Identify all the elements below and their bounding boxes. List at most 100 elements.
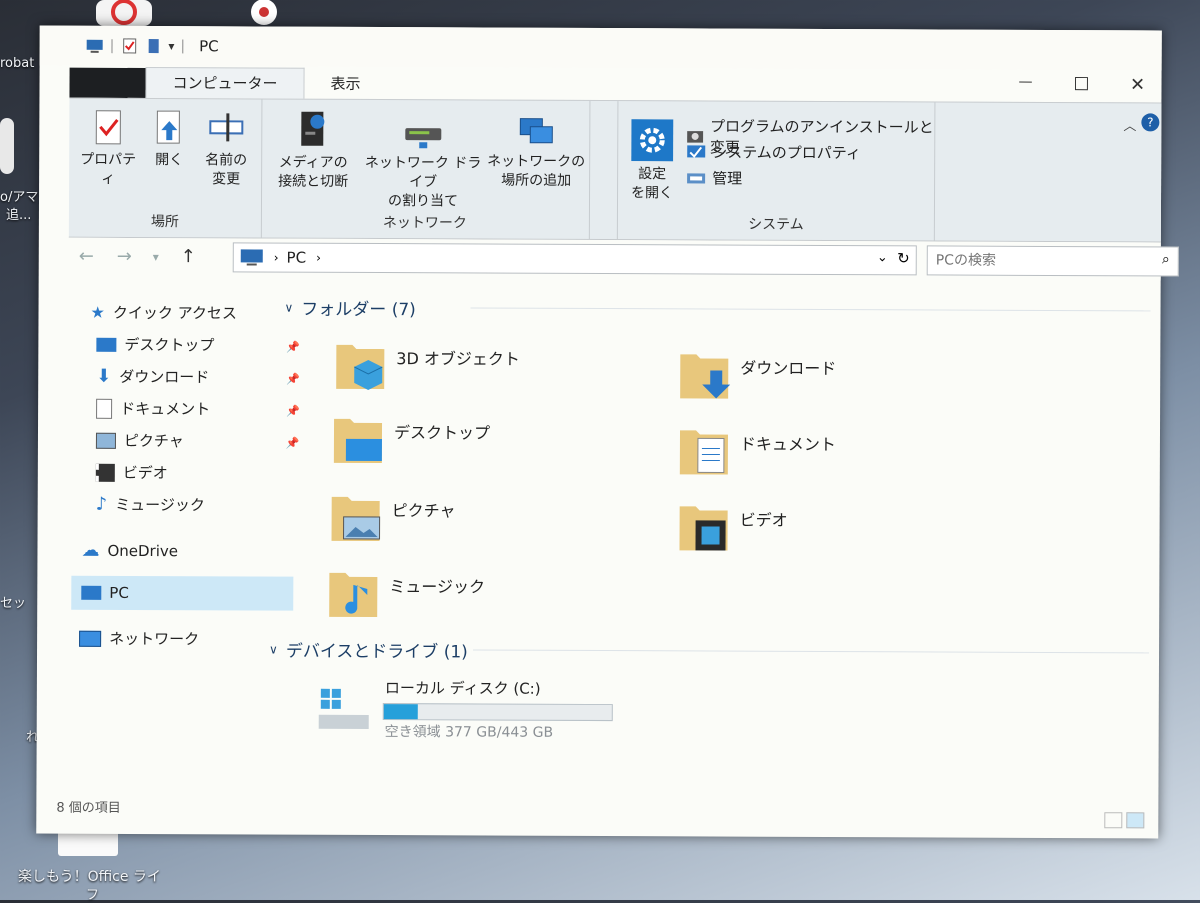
folder-video-icon [679,506,728,551]
add-location-label-2: 場所の追加 [501,172,572,189]
folder-desktop-icon [333,418,383,464]
recent-chevron-icon[interactable]: ▾ [153,250,159,264]
ribbon-collapse-icon[interactable]: ︿ [1123,115,1136,134]
open-icon [156,110,180,144]
manage-icon [687,172,706,183]
folder-documents-label: ドキュメント [739,434,837,455]
details-view-icon[interactable] [1104,812,1123,829]
minimize-button[interactable]: — [1005,74,1045,90]
nav-videos[interactable]: ビデオ [95,462,168,483]
address-dropdown-icon[interactable]: ⌄ [877,250,888,265]
network-group-label: ネットワーク [382,215,467,232]
folder-3d-objects[interactable]: 3D オブジェクト [334,337,520,394]
properties-button[interactable]: プロパティ [77,109,139,189]
folder-documents[interactable]: ドキュメント [678,422,836,479]
search-box[interactable]: ⌕ [926,245,1179,277]
system-properties-label: システムのプロパティ [712,143,861,163]
maximize-button[interactable]: ☐ [1061,74,1101,95]
folder-music[interactable]: ミュージック [327,565,485,622]
qat-dropdown-icon[interactable]: ▾ [168,39,174,53]
pin-icon[interactable]: 📌 [286,405,300,418]
folder-3d-icon [336,344,385,390]
help-icon[interactable]: ? [1141,113,1160,132]
rename-label-2: 変更 [212,171,241,188]
settings-gear-icon [631,119,674,162]
settings-label-2: を開く [631,185,674,202]
office-shortcut-label-2: フ [86,888,100,903]
folder-document-icon [679,430,728,475]
folders-section-header[interactable]: ∨ フォルダー (7) [284,295,416,320]
chevron-down-icon: ∨ [284,300,294,315]
nav-desktop-label: デスクトップ [124,335,215,355]
drive-usage-bar [382,703,613,722]
nav-videos-label: ビデオ [122,463,168,483]
music-note-icon: ♪ [95,493,108,515]
search-input[interactable] [927,246,1148,276]
media-connect-button[interactable]: メディアの 接続と切断 [265,110,361,192]
folder-pictures[interactable]: ピクチャ [330,489,456,546]
refresh-icon[interactable]: ↻ [897,249,910,267]
network-drive-icon [405,128,442,149]
address-bar[interactable]: › PC › ⌄ ↻ [232,242,917,276]
folder-videos[interactable]: ビデオ [677,498,788,554]
nav-network[interactable]: ネットワーク [79,628,199,650]
pin-icon[interactable]: 📌 [286,437,300,450]
nav-quick-access-label: クイック アクセス [112,303,237,323]
add-network-location-button[interactable]: ネットワークの 場所の追加 [487,115,585,191]
devices-divider [473,649,1150,654]
desktop-app-icon[interactable] [96,0,152,26]
drive-c-label: ローカル ディスク (C:) [384,679,541,698]
nav-quick-access[interactable]: ★ クイック アクセス [90,302,236,324]
rename-button[interactable]: 名前の 変更 [195,109,257,189]
manage-button[interactable]: 管理 [686,167,742,188]
quick-access-toolbar: | ▾ | PC [86,37,219,55]
status-bar-item-count: 8 個の項目 [56,800,121,816]
folders-divider [470,307,1151,312]
nav-documents-label: ドキュメント [120,399,211,419]
folder-desktop[interactable]: デスクトップ [332,411,490,468]
tab-view[interactable]: 表示 [304,69,386,99]
large-icons-view-icon[interactable] [1126,812,1145,829]
desktop-app-icon[interactable] [236,0,292,28]
up-arrow-icon[interactable]: ↑ [181,246,196,267]
media-server-icon [301,111,325,146]
nav-music[interactable]: ♪ ミュージック [96,494,205,515]
nav-network-label: ネットワーク [109,629,200,649]
nav-pc[interactable]: PC [71,575,294,611]
tab-computer[interactable]: コンピューター [145,67,305,99]
breadcrumb-pc[interactable]: PC [287,249,307,267]
folder-downloads[interactable]: ダウンロード [678,346,836,403]
folder-3d-objects-label: 3D オブジェクト [396,349,520,369]
new-folder-qat-icon[interactable] [144,38,162,54]
forward-arrow-icon[interactable]: → [117,246,132,267]
system-properties-button[interactable]: システムのプロパティ [686,141,861,163]
nav-onedrive[interactable]: ☁ OneDrive [81,540,178,561]
location-group-label: 場所 [150,214,179,231]
nav-pc-label: PC [109,583,129,602]
close-button[interactable]: ✕ [1117,74,1157,95]
tab-file[interactable] [69,67,146,99]
document-icon [96,398,113,419]
desktop-label: セッ [0,596,27,611]
nav-pictures[interactable]: ピクチャ [95,430,184,451]
pin-icon[interactable]: 📌 [286,373,300,386]
back-arrow-icon[interactable]: ← [79,246,94,267]
open-settings-button[interactable]: 設定 を開く [628,119,676,203]
office-shortcut-label: 楽しもう！Office ライ [18,869,161,885]
manage-label: 管理 [712,169,743,188]
search-icon[interactable]: ⌕ [1162,251,1170,267]
open-button[interactable]: 開く [145,109,193,170]
desktop-doc-icon[interactable] [0,118,14,174]
network-location-icon [519,118,553,144]
nav-downloads[interactable]: ⬇ ダウンロード [96,366,209,387]
network-icon [79,630,102,647]
desktop-label: 追... [6,208,32,223]
devices-section-header[interactable]: ∨ デバイスとドライブ (1) [269,637,468,663]
pin-icon[interactable]: 📌 [286,341,300,354]
breadcrumb-separator-icon[interactable]: › [316,251,321,265]
picture-icon [95,432,116,449]
map-network-drive-button[interactable]: ネットワーク ドライブ の割り当て [361,122,485,212]
properties-qat-icon[interactable] [120,38,138,54]
nav-documents[interactable]: ドキュメント [96,398,210,419]
nav-desktop[interactable]: デスクトップ [96,334,214,356]
